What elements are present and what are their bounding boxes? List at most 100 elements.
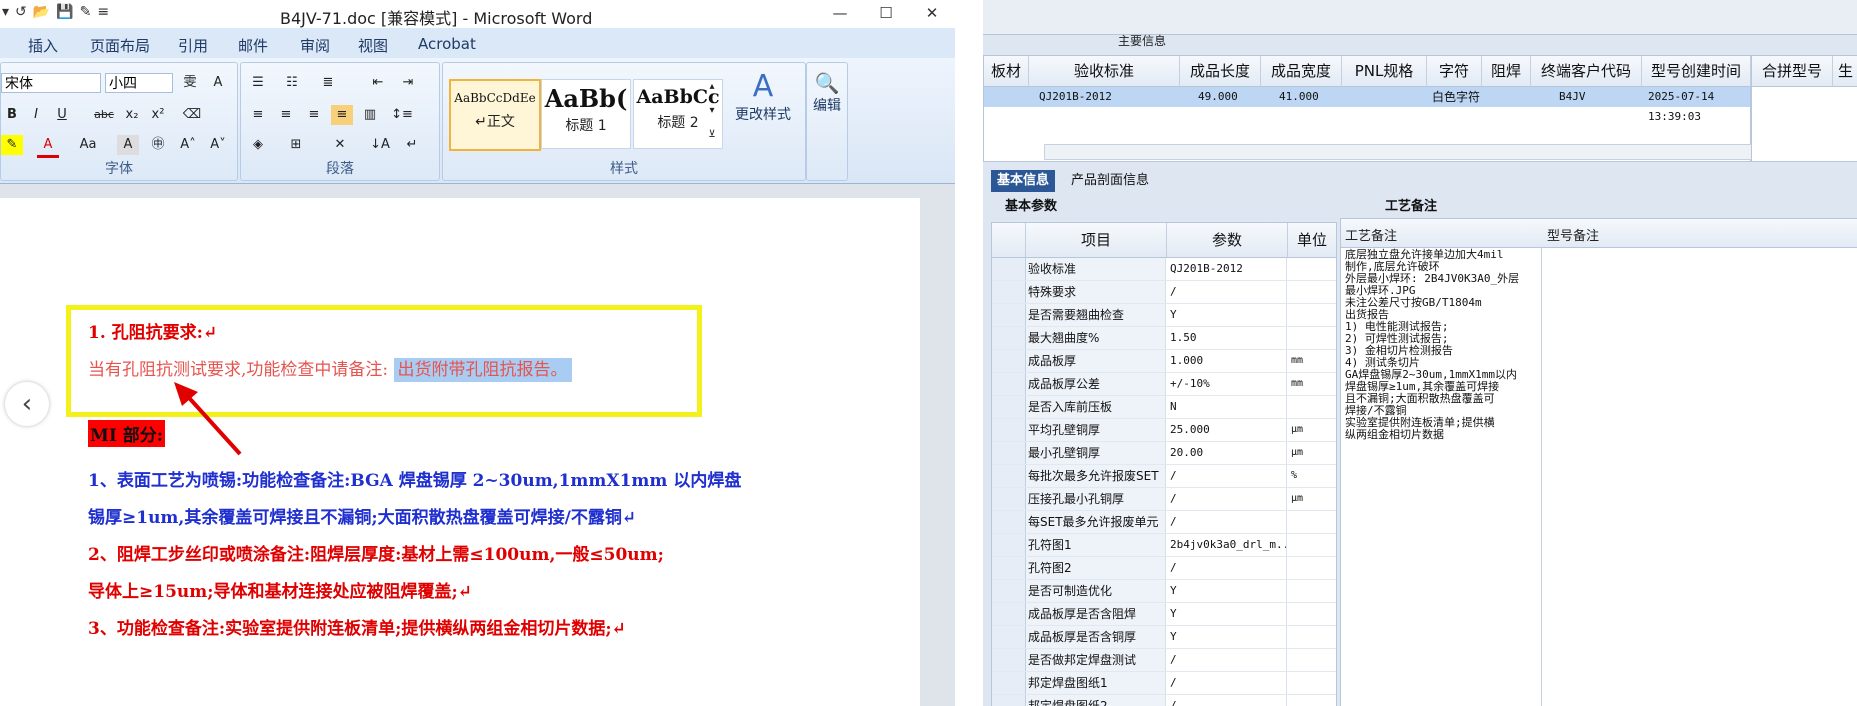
row-header[interactable] [992,511,1026,533]
numbering-icon[interactable]: ☷ [281,73,303,93]
row-header[interactable] [992,488,1026,510]
align-left-icon[interactable]: ≡ [247,105,269,125]
font-size-combo[interactable]: 小四 [105,73,173,93]
minimize-icon[interactable]: — [817,0,863,28]
col-unit[interactable]: 单位 [1288,223,1336,257]
param-row[interactable]: 孔符图2/ [992,557,1336,580]
tab-review[interactable]: 审阅 [300,35,330,56]
row-header[interactable] [992,373,1026,395]
sort-icon[interactable]: ↓A [369,135,391,155]
format-painter-icon[interactable]: ✎ [80,4,92,20]
row-header[interactable] [992,281,1026,303]
align-center-icon[interactable]: ≡ [275,105,297,125]
shading-icon[interactable]: ◈ [247,135,269,155]
style-normal[interactable]: AaBbCcDdEe ↵正文 [449,79,541,151]
param-row[interactable]: 压接孔最小孔铜厚 / μm [992,488,1336,511]
row-header[interactable] [992,327,1026,349]
superscript-icon[interactable]: x² [147,105,169,125]
param-row[interactable]: 最小孔壁铜厚 20.00 μm [992,442,1336,465]
style-heading-1[interactable]: AaBb( 标题 1 [541,79,631,149]
param-row[interactable]: 是否可制造优化 Y [992,580,1336,603]
open-folder-icon[interactable]: 📂 [33,4,50,20]
tab-page-layout[interactable]: 页面布局 [90,35,150,56]
doc-para-1b[interactable]: 锡厚≥1um,其余覆盖可焊接且不漏铜;大面积散热盘覆盖可焊接/不露铜↵ [88,503,636,528]
col-value[interactable]: 参数 [1167,223,1288,257]
chinese-layout-icon[interactable]: ✕ [329,135,351,155]
row-header[interactable] [992,557,1026,579]
param-row[interactable]: 每SET最多允许报废单元 / [992,511,1336,534]
save-icon[interactable]: 💾 [56,4,73,20]
doc-para-1a[interactable]: 1、表面工艺为喷锡:功能检查备注:BGA 焊盘锡厚 2~30um,1mmX1mm… [88,466,741,491]
customize-toolbar-icon[interactable]: ≡ [97,4,109,20]
row-header[interactable] [992,534,1026,556]
char-border-icon[interactable]: A [207,73,229,93]
increase-indent-icon[interactable]: ⇥ [397,73,419,93]
product-row[interactable]: QJ201B-2012 49.000 41.000 白色字符 B4JV 2025… [984,87,1750,123]
param-row[interactable]: 是否需要翘曲检查 Y [992,304,1336,327]
row-header[interactable] [992,396,1026,418]
change-styles-button[interactable]: A 更改样式 [723,69,803,124]
product-grid-scrollbar[interactable] [1044,144,1756,160]
col-merge-model[interactable]: 合拼型号 [1752,56,1833,86]
row-header[interactable] [992,442,1026,464]
tab-basic-info[interactable]: 基本信息 [991,170,1056,192]
col-mask[interactable]: 阻焊 [1482,56,1531,86]
justify-icon[interactable]: ≡ [331,105,353,125]
col-pnl[interactable]: PNL规格 [1342,56,1427,86]
param-row[interactable]: 邦定焊盘图纸2/ [992,695,1336,706]
redo-icon[interactable]: ↺ [15,4,27,20]
styles-scroll-down-icon[interactable]: ▾ [701,101,723,121]
param-row[interactable]: 孔符图1 2b4jv0k3a0_drl_m... [992,534,1336,557]
param-row[interactable]: 是否入库前压板 N [992,396,1336,419]
param-row[interactable]: 邦定焊盘图纸1/ [992,672,1336,695]
param-row[interactable]: 是否做邦定焊盘测试 / [992,649,1336,672]
show-marks-icon[interactable]: ↵ [401,135,423,155]
underline-icon[interactable]: U [51,105,73,125]
highlight-icon[interactable]: ✎ [1,135,23,155]
param-row[interactable]: 成品板厚公差 +/-10% mm [992,373,1336,396]
borders-icon[interactable]: ⊞ [285,135,307,155]
strikethrough-icon[interactable]: abc [93,105,115,125]
col-char[interactable]: 字符 [1427,56,1482,86]
param-row[interactable]: 验收标准 QJ201B-2012 [992,258,1336,281]
edit-button[interactable]: 🔍 编辑 [807,71,847,115]
product-grid[interactable]: 板材 验收标准 成品长度 成品宽度 PNL规格 字符 阻焊 终端客户代码 型号创… [983,55,1756,162]
row-header[interactable] [992,304,1026,326]
col-width[interactable]: 成品宽度 [1261,56,1342,86]
decrease-indent-icon[interactable]: ⇤ [367,73,389,93]
phonetic-icon[interactable]: 雯 [179,73,201,93]
col-production[interactable]: 生产 [1833,56,1857,86]
row-header[interactable] [992,258,1026,280]
doc-mi-label[interactable]: MI 部分: [88,420,165,447]
close-icon[interactable]: ✕ [909,0,955,28]
tab-references[interactable]: 引用 [178,35,208,56]
param-row[interactable]: 平均孔壁铜厚 25.000 μm [992,419,1336,442]
char-shading-icon[interactable]: A [117,135,139,155]
param-row[interactable]: 特殊要求 / [992,281,1336,304]
bold-icon[interactable]: B [1,105,23,125]
tab-view[interactable]: 视图 [358,35,388,56]
doc-para-2a[interactable]: 2、阻焊工步丝印或喷涂备注:阻焊层厚度:基材上需≤100um,一般≤50um; [88,540,664,565]
col-board[interactable]: 板材 [984,56,1029,86]
multilevel-list-icon[interactable]: ≣ [317,73,339,93]
row-header[interactable] [992,603,1026,625]
col-standard[interactable]: 验收标准 [1029,56,1180,86]
distribute-icon[interactable]: ▥ [359,105,381,125]
param-row[interactable]: 成品板厚是否含铜厚 Y [992,626,1336,649]
row-header[interactable] [992,649,1026,671]
tab-mailings[interactable]: 邮件 [238,35,268,56]
param-row[interactable]: 每批次最多允许报废SET /% [992,465,1336,488]
doc-impedance-note[interactable]: 当有孔阻抗测试要求,功能检查中请备注: 出货附带孔阻抗报告。 [88,355,572,382]
param-row[interactable]: 成品板厚 1.000 mm [992,350,1336,373]
row-header[interactable] [992,580,1026,602]
row-header[interactable] [992,350,1026,372]
grow-font-icon[interactable]: A˄ [177,135,199,155]
dropdown-icon[interactable]: ▾ [2,4,9,20]
italic-icon[interactable]: I [25,105,47,125]
doc-heading-hole-impedance[interactable]: 1. 孔阻抗要求:↵ [88,318,217,343]
doc-para-3[interactable]: 3、功能检查备注:实验室提供附连板清单;提供横纵两组金相切片数据;↵ [88,614,626,639]
maximize-icon[interactable]: ☐ [863,0,909,28]
font-color-icon[interactable]: A [37,135,59,158]
merge-grid[interactable]: 合拼型号 生产 [1751,55,1857,162]
col-length[interactable]: 成品长度 [1180,56,1261,86]
